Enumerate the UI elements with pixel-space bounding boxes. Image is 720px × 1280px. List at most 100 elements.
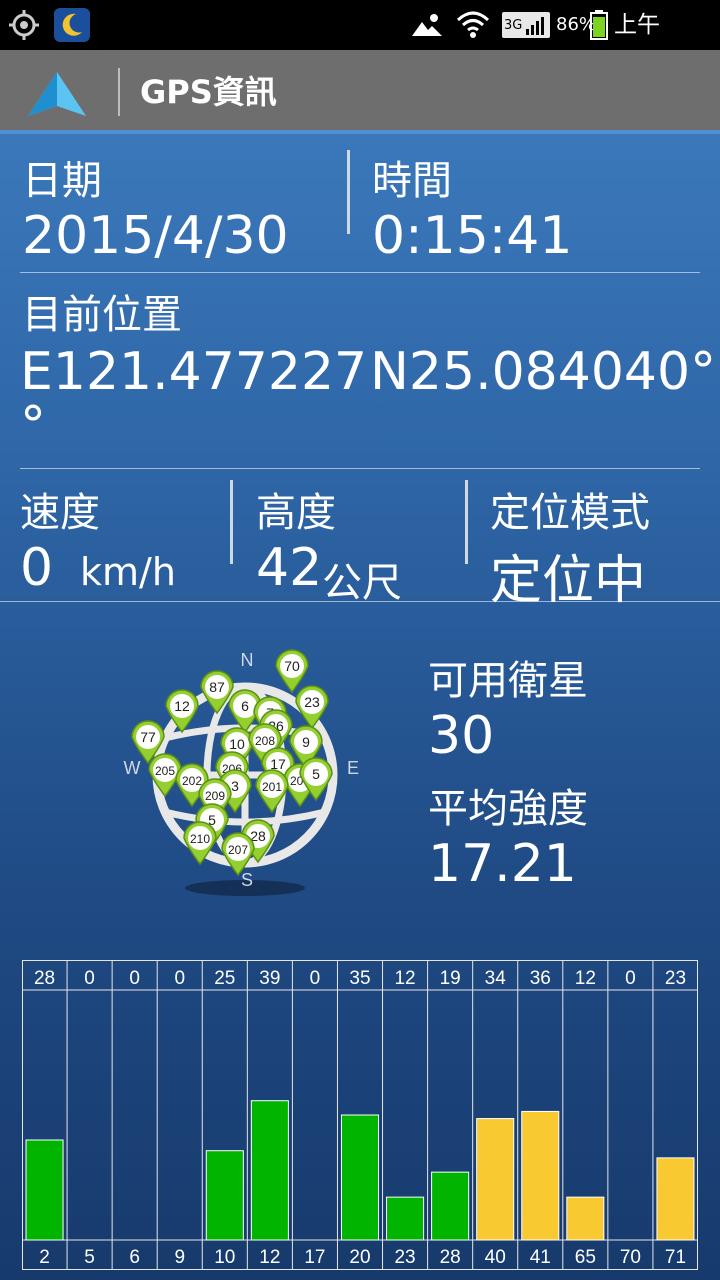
satellite-prn-label: 5: [84, 1247, 95, 1268]
network-type: 3G: [504, 18, 523, 33]
signal-value-label: 23: [665, 968, 686, 989]
battery-icon: [590, 10, 608, 40]
satellites-label: 可用衛星: [428, 658, 588, 704]
satellite-prn-label: 10: [214, 1247, 235, 1268]
satellite-marker-label: 207: [228, 843, 248, 857]
signal-bar: [521, 1110, 560, 1241]
signal-bar: [431, 1171, 470, 1241]
signal-bar: [386, 1196, 425, 1241]
date-value: 2015/4/30: [22, 206, 289, 266]
speed-value: 0: [20, 538, 54, 598]
compass-south: S: [241, 870, 253, 890]
satellite-prn-label: 2: [39, 1247, 50, 1268]
time-label: 時間: [372, 158, 452, 204]
longitude-degree: °: [20, 396, 46, 456]
avg-strength-value: 17.21: [428, 834, 577, 894]
signal-bar: [250, 1100, 289, 1241]
position-label: 目前位置: [22, 292, 182, 338]
altitude-value: 42: [256, 538, 323, 598]
signal-value-label: 28: [34, 968, 55, 989]
signal-value-label: 25: [214, 968, 235, 989]
satellite-marker-label: 3: [231, 778, 239, 794]
satellite-marker-label: 23: [304, 694, 320, 710]
satellite-marker-label: 202: [182, 774, 202, 788]
satellite-marker-label: 208: [255, 734, 275, 748]
signal-value-label: 19: [440, 968, 461, 989]
altitude-unit: 公尺: [322, 560, 402, 606]
signal-value-label: 12: [575, 968, 596, 989]
satellite-marker: 207: [221, 832, 255, 877]
satellite-marker-label: 205: [155, 764, 175, 778]
satellite-marker: 87: [200, 670, 234, 715]
satellite-prn-label: 71: [665, 1247, 686, 1268]
satellite-marker-label: 201: [262, 780, 282, 794]
signal-value-label: 0: [84, 968, 95, 989]
time-value: 0:15:41: [372, 206, 573, 266]
satellite-marker-label: 10: [229, 736, 245, 752]
satellite-marker-label: 210: [190, 832, 210, 846]
wifi-icon: [456, 11, 490, 38]
satellite-prn-label: 28: [440, 1247, 461, 1268]
speed-label: 速度: [20, 490, 100, 536]
divider-3: [0, 601, 720, 602]
clock: 上午12:15: [614, 12, 680, 88]
avg-strength-label: 平均強度: [428, 786, 588, 832]
landscape-icon: [412, 14, 442, 36]
date-time-separator: [347, 150, 350, 234]
satellite-marker-label: 209: [205, 789, 225, 803]
compass-north: N: [241, 650, 254, 670]
status-bar: 3G 86% 上午12:15: [0, 0, 720, 88]
compass-west: W: [124, 758, 141, 778]
satellite-marker-label: 5: [312, 766, 320, 782]
signal-value-label: 12: [394, 968, 415, 989]
satellite-prn-label: 41: [530, 1247, 551, 1268]
altitude-label: 高度: [256, 490, 336, 536]
app-bar: GPS資訊: [0, 50, 720, 134]
signal-value-label: 39: [259, 968, 280, 989]
signal-value-label: 0: [310, 968, 321, 989]
signal-value-label: 34: [485, 968, 507, 989]
satellite-prn-label: 9: [174, 1247, 185, 1268]
signal-value-label: 36: [530, 968, 551, 989]
satellite-sky-view: N S E W 70872312672677102089205206172022…: [124, 649, 359, 896]
satellite-prn-label: 40: [485, 1247, 506, 1268]
signal-bar: [476, 1118, 515, 1241]
satellites-value: 30: [428, 706, 495, 766]
satellite-prn-label: 65: [575, 1247, 596, 1268]
satellite-prn-label: 17: [304, 1247, 325, 1268]
satellite-marker-label: 77: [140, 729, 156, 745]
signal-value-label: 0: [174, 968, 185, 989]
satellite-marker-label: 87: [209, 679, 225, 695]
satellite-prn-label: 12: [259, 1247, 280, 1268]
satellite-prn-label: 70: [620, 1247, 641, 1268]
signal-bar: [656, 1157, 695, 1241]
signal-value-label: 0: [129, 968, 140, 989]
mode-label: 定位模式: [490, 490, 650, 536]
date-label: 日期: [22, 158, 102, 204]
signal-bar: [205, 1150, 244, 1241]
signal-bar: [566, 1196, 605, 1241]
app-bar-divider: [118, 68, 120, 116]
satellite-prn-label: 23: [394, 1247, 415, 1268]
signal-value-label: 0: [625, 968, 636, 989]
satellite-marker: 23: [295, 685, 329, 730]
satellite-marker-label: 70: [284, 658, 300, 674]
altitude-separator: [465, 480, 468, 564]
satellite-marker: 70: [275, 649, 309, 694]
signal-bar: [340, 1114, 380, 1241]
compass-east: E: [347, 758, 359, 778]
speed-separator: [230, 480, 233, 564]
longitude-value: E121.477227: [20, 342, 368, 402]
divider-1: [20, 272, 700, 273]
app-logo-icon[interactable]: [28, 72, 86, 116]
divider-2: [20, 468, 700, 469]
signal-strength-chart: 28 2 0 5 0 6 0 9 25 10 39 12 0 17 35 20 12 23 19 28 34 40 36 41…: [22, 960, 698, 1270]
satellite-marker-label: 12: [174, 698, 190, 714]
latitude-value: N25.084040°: [370, 342, 717, 402]
satellite-marker-label: 6: [241, 698, 249, 714]
satellite-prn-label: 6: [129, 1247, 140, 1268]
signal-value-label: 35: [349, 968, 370, 989]
satellite-marker-label: 9: [302, 734, 310, 750]
signal-bar: [25, 1139, 64, 1241]
app-title: GPS資訊: [140, 73, 277, 111]
